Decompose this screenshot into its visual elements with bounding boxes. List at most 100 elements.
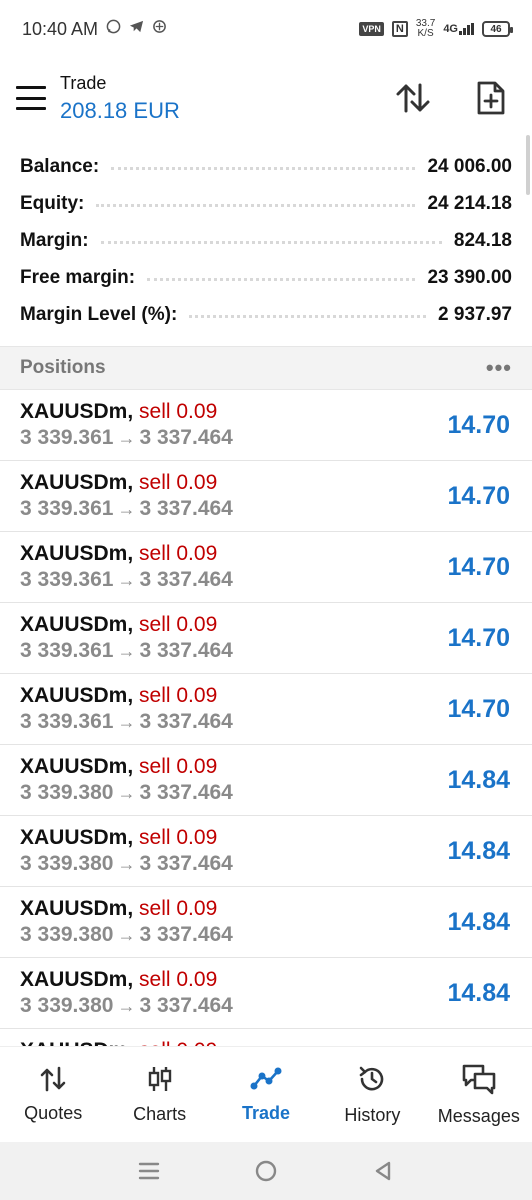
position-profit: 14.84 bbox=[447, 907, 510, 936]
current-price: 3 337.464 bbox=[139, 710, 233, 733]
positions-title: Positions bbox=[20, 357, 106, 378]
position-title: XAUUSDm, sell 0.09 bbox=[20, 684, 233, 708]
nav-label: History bbox=[344, 1104, 401, 1125]
position-info: XAUUSDm, sell 0.09 3 339.361 → 3 337.464 bbox=[20, 542, 233, 592]
position-row[interactable]: XAUUSDm, sell 0.09 3 339.361 → 3 337.464 14.… bbox=[0, 603, 532, 674]
position-row[interactable]: XAUUSDm, sell 0.09 3 339.380 → 3 337.464 14.… bbox=[0, 958, 532, 1029]
dotted-leader bbox=[189, 315, 427, 318]
position-profit: 14.84 bbox=[447, 978, 510, 1007]
position-type: sell 0.09 bbox=[139, 613, 218, 636]
current-price: 3 337.464 bbox=[139, 568, 233, 591]
position-title: XAUUSDm, sell 0.09 bbox=[20, 471, 233, 495]
nav-item-history[interactable]: History bbox=[319, 1047, 425, 1142]
position-row[interactable]: XAUUSDm, sell 0.09 3 339.361 → 3 337.464 14.… bbox=[0, 390, 532, 461]
position-type: sell 0.09 bbox=[139, 826, 218, 849]
header-titles: Trade 208.18 EUR bbox=[60, 73, 180, 124]
position-row[interactable]: XAUUSDm, sell 0.09 3 339.361 → 3 337.464 14.… bbox=[0, 461, 532, 532]
position-title: XAUUSDm, sell 0.09 bbox=[20, 613, 233, 637]
nav-label: Quotes bbox=[24, 1102, 83, 1123]
position-row[interactable]: XAUUSDm, sell 0.09 bbox=[0, 1029, 532, 1046]
nav-label: Messages bbox=[437, 1105, 520, 1126]
status-left: 10:40 AM bbox=[22, 19, 167, 40]
position-type: sell 0.09 bbox=[139, 755, 218, 778]
arrow-icon: → bbox=[117, 996, 136, 1016]
summary-label: Margin Level (%): bbox=[20, 303, 178, 325]
messages-icon bbox=[461, 1063, 497, 1100]
arrow-icon: → bbox=[117, 783, 136, 803]
header-actions bbox=[394, 79, 516, 117]
position-info: XAUUSDm, sell 0.09 3 339.361 → 3 337.464 bbox=[20, 684, 233, 734]
position-profit: 14.70 bbox=[447, 623, 510, 652]
current-price: 3 337.464 bbox=[139, 781, 233, 804]
position-symbol: XAUUSDm, bbox=[20, 968, 134, 991]
dotted-leader bbox=[147, 278, 416, 281]
position-row[interactable]: XAUUSDm, sell 0.09 3 339.380 → 3 337.464 14.… bbox=[0, 745, 532, 816]
open-price: 3 339.380 bbox=[20, 852, 114, 875]
position-info: XAUUSDm, sell 0.09 3 339.361 → 3 337.464 bbox=[20, 400, 233, 450]
position-info: XAUUSDm, sell 0.09 3 339.380 → 3 337.464 bbox=[20, 968, 233, 1018]
position-prices: 3 339.380 → 3 337.464 bbox=[20, 923, 233, 947]
arrow-icon: → bbox=[117, 570, 136, 590]
position-type: sell 0.09 bbox=[139, 1039, 217, 1046]
position-prices: 3 339.380 → 3 337.464 bbox=[20, 994, 233, 1018]
nav-item-messages[interactable]: Messages bbox=[426, 1047, 532, 1142]
position-profit: 14.70 bbox=[447, 410, 510, 439]
position-info: XAUUSDm, sell 0.09 3 339.361 → 3 337.464 bbox=[20, 613, 233, 663]
position-symbol: XAUUSDm, bbox=[20, 897, 134, 920]
whatsapp-icon bbox=[106, 19, 121, 39]
arrow-icon: → bbox=[117, 499, 136, 519]
position-type: sell 0.09 bbox=[139, 897, 218, 920]
nfc-icon: N bbox=[391, 21, 408, 37]
home-button[interactable] bbox=[251, 1156, 281, 1186]
position-row[interactable]: XAUUSDm, sell 0.09 3 339.361 → 3 337.464 14.… bbox=[0, 532, 532, 603]
position-prices: 3 339.361 → 3 337.464 bbox=[20, 426, 233, 450]
vpn-badge: VPN bbox=[359, 22, 384, 36]
current-price: 3 337.464 bbox=[139, 639, 233, 662]
positions-list: XAUUSDm, sell 0.09 3 339.361 → 3 337.464 14.… bbox=[0, 390, 532, 1046]
position-type: sell 0.09 bbox=[139, 400, 218, 423]
position-prices: 3 339.361 → 3 337.464 bbox=[20, 568, 233, 592]
sort-button[interactable] bbox=[394, 79, 432, 117]
network-speed: 33.7 K/S bbox=[416, 19, 435, 39]
recents-button[interactable] bbox=[134, 1156, 164, 1186]
current-price: 3 337.464 bbox=[139, 994, 233, 1017]
summary-row: Balance: 24 006.00 bbox=[20, 148, 512, 185]
new-order-button[interactable] bbox=[472, 79, 510, 117]
open-price: 3 339.380 bbox=[20, 994, 114, 1017]
position-symbol: XAUUSDm, bbox=[20, 826, 134, 849]
position-info: XAUUSDm, sell 0.09 3 339.380 → 3 337.464 bbox=[20, 826, 233, 876]
quotes-icon bbox=[39, 1066, 67, 1097]
account-summary: Balance: 24 006.00 Equity: 24 214.18 Margin:… bbox=[0, 148, 532, 333]
open-price: 3 339.361 bbox=[20, 568, 114, 591]
battery-icon: 46 bbox=[482, 21, 513, 37]
position-prices: 3 339.380 → 3 337.464 bbox=[20, 852, 233, 876]
open-price: 3 339.380 bbox=[20, 923, 114, 946]
nav-item-charts[interactable]: Charts bbox=[106, 1047, 212, 1142]
nav-item-quotes[interactable]: Quotes bbox=[0, 1047, 106, 1142]
summary-value: 24 214.18 bbox=[427, 192, 512, 214]
nav-label: Charts bbox=[133, 1103, 187, 1124]
summary-row: Equity: 24 214.18 bbox=[20, 185, 512, 222]
position-profit: 14.70 bbox=[447, 481, 510, 510]
back-button[interactable] bbox=[368, 1156, 398, 1186]
current-price: 3 337.464 bbox=[139, 923, 233, 946]
menu-icon[interactable] bbox=[16, 86, 46, 110]
summary-label: Free margin: bbox=[20, 266, 136, 288]
position-symbol: XAUUSDm, bbox=[20, 471, 134, 494]
position-symbol: XAUUSDm, bbox=[20, 755, 134, 778]
position-type: sell 0.09 bbox=[139, 542, 218, 565]
more-icon[interactable]: ••• bbox=[486, 355, 512, 381]
summary-value: 824.18 bbox=[453, 229, 512, 251]
charts-icon bbox=[146, 1065, 174, 1098]
position-row[interactable]: XAUUSDm, sell 0.09 3 339.380 → 3 337.464 14.… bbox=[0, 816, 532, 887]
position-prices: 3 339.361 → 3 337.464 bbox=[20, 639, 233, 663]
nav-item-trade[interactable]: Trade bbox=[213, 1047, 319, 1142]
open-price: 3 339.361 bbox=[20, 426, 114, 449]
position-row[interactable]: XAUUSDm, sell 0.09 3 339.380 → 3 337.464 14.… bbox=[0, 887, 532, 958]
position-row[interactable]: XAUUSDm, sell 0.09 3 339.361 → 3 337.464 14.… bbox=[0, 674, 532, 745]
position-info: XAUUSDm, sell 0.09 3 339.361 → 3 337.464 bbox=[20, 471, 233, 521]
recents-icon bbox=[138, 1162, 159, 1180]
back-icon bbox=[376, 1161, 391, 1181]
position-symbol: XAUUSDm, bbox=[20, 400, 134, 423]
arrow-icon: → bbox=[117, 925, 136, 945]
